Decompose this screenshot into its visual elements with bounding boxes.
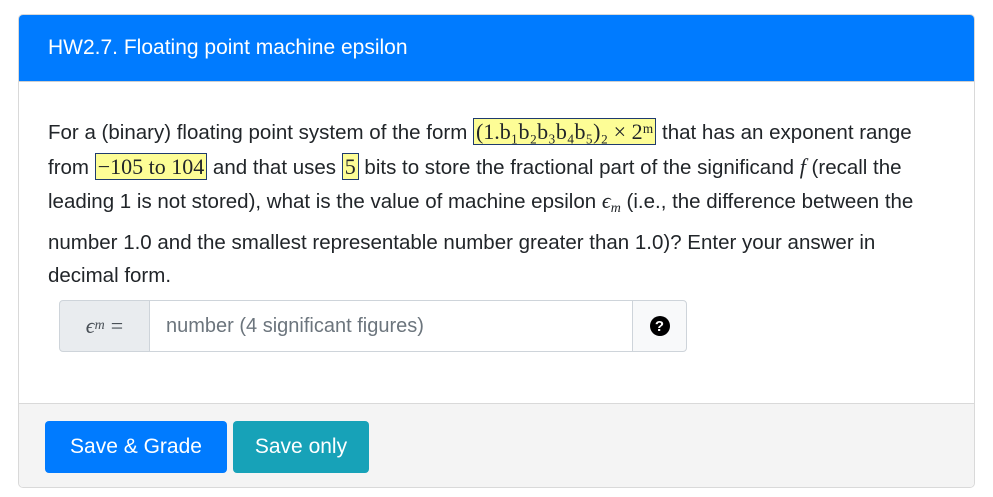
help-button[interactable]: ?: [632, 300, 687, 352]
epsilon-subscript: m: [610, 201, 621, 216]
question-title: HW2.7. Floating point machine epsilon: [48, 36, 408, 59]
card-body: For a (binary) floating point system of …: [19, 81, 974, 403]
save-and-grade-button[interactable]: Save & Grade: [45, 421, 227, 473]
bits-param: 5: [341, 152, 359, 180]
save-only-button[interactable]: Save only: [233, 421, 369, 473]
answer-input-group: ϵm = ?: [59, 300, 687, 352]
answer-label-equals: =: [110, 313, 124, 338]
exponent-range-param: −105 to 104: [94, 152, 208, 180]
question-card: HW2.7. Floating point machine epsilon Fo…: [18, 14, 975, 488]
question-text: For a (binary) floating point system of …: [48, 115, 945, 293]
question-text-part-3: and that uses: [207, 155, 342, 179]
answer-label-symbol: ϵ: [85, 313, 95, 338]
answer-label-subscript: m: [94, 318, 105, 333]
card-header: HW2.7. Floating point machine epsilon: [19, 15, 974, 81]
answer-label: ϵm =: [59, 300, 150, 352]
epsilon-symbol: ϵ: [601, 188, 611, 213]
question-text-part-4: bits to store the fractional part of the…: [358, 155, 800, 179]
question-text-part-1: For a (binary) floating point system of …: [48, 121, 473, 144]
question-circle-icon: ?: [649, 316, 670, 336]
card-footer: Save & Grade Save only: [19, 403, 974, 487]
epsilon-answer-input[interactable]: [150, 300, 632, 352]
form-expression-param: (1.b₁b₂b₃b₄b₅)₂ × 2ᵐ: [472, 118, 657, 145]
